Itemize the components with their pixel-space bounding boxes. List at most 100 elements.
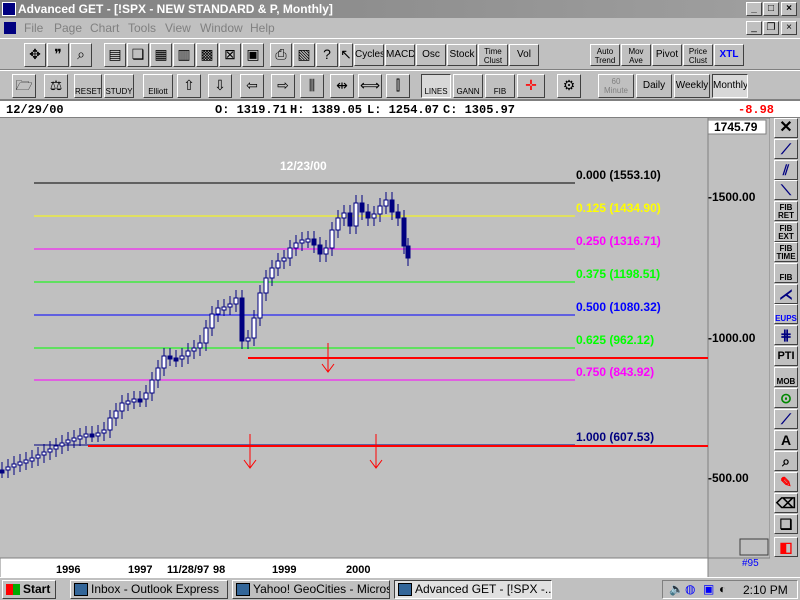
menu-view[interactable]: View: [165, 21, 191, 35]
menu-window[interactable]: Window: [200, 21, 243, 35]
mdi-restore-button[interactable]: ❐: [763, 21, 779, 35]
fib-ret-button[interactable]: FIB RET: [774, 201, 798, 221]
layout-icon[interactable]: ▥: [173, 43, 195, 67]
window-icon[interactable]: ▣: [242, 43, 264, 67]
menu-help[interactable]: Help: [250, 21, 275, 35]
chart-canvas[interactable]: 1745.79 -1500.00 -1000.00 -500.00 12/23/…: [0, 117, 771, 579]
expand-icon[interactable]: ⟺: [358, 74, 382, 98]
mdi-minimize-button[interactable]: _: [746, 21, 762, 35]
zoom-tool-icon[interactable]: ⌕: [774, 451, 798, 471]
period-weekly-button[interactable]: Weekly: [674, 74, 710, 98]
auto-trend-button[interactable]: Auto Trend: [590, 44, 620, 66]
crosshair-icon[interactable]: ✛: [517, 74, 545, 98]
preview-icon[interactable]: ▧: [293, 43, 315, 67]
date-tick-2000: 2000: [346, 564, 370, 576]
parallel-icon[interactable]: ⟍: [774, 180, 798, 200]
menu-chart[interactable]: Chart: [90, 21, 119, 35]
eups-button[interactable]: EUPS: [774, 304, 798, 324]
balance-icon[interactable]: ⚖: [44, 74, 68, 98]
fib-ext-button[interactable]: FIB EXT: [774, 222, 798, 242]
menu-tools[interactable]: Tools: [128, 21, 156, 35]
pencil-icon[interactable]: ✎: [774, 472, 798, 492]
pointer-icon[interactable]: ↖: [339, 43, 353, 67]
close-x-icon[interactable]: ✕: [774, 118, 798, 138]
close-button[interactable]: ×: [781, 2, 797, 16]
menu-page[interactable]: Page: [54, 21, 82, 35]
compress-icon[interactable]: ⇹: [330, 74, 354, 98]
pivot-button[interactable]: Pivot: [652, 44, 682, 66]
print-icon[interactable]: ⎙: [270, 43, 292, 67]
template-icon[interactable]: ▦: [150, 43, 172, 67]
cursor-tool-icon[interactable]: ✥: [24, 43, 46, 67]
bar-chart-icon[interactable]: ⫼: [300, 74, 324, 98]
help-pointer-icon[interactable]: ?: [316, 43, 338, 67]
osc-button[interactable]: Osc: [416, 44, 446, 66]
zoom-icon[interactable]: ⌕: [70, 43, 92, 67]
macd-button[interactable]: MACD: [385, 44, 415, 66]
network-icon[interactable]: ◍: [685, 581, 695, 597]
price-chart[interactable]: 1745.79 -1500.00 -1000.00 -500.00 12/23/…: [0, 117, 771, 579]
period-60-minute-button[interactable]: 60 Minute: [598, 74, 634, 98]
down-arrow-icon[interactable]: ⇩: [208, 74, 232, 98]
fan-icon[interactable]: ⋌: [774, 284, 798, 304]
grid-icon[interactable]: ▩: [196, 43, 218, 67]
elliott-button[interactable]: Elliott: [143, 74, 173, 98]
channel-icon[interactable]: ⫽: [774, 160, 798, 180]
fib-level-label: 0.125 (1434.90): [576, 201, 661, 215]
stock-button[interactable]: Stock: [447, 44, 477, 66]
up-arrow-icon[interactable]: ⇧: [177, 74, 201, 98]
scheduler-icon[interactable]: ◐: [719, 581, 726, 597]
trendline-icon[interactable]: ⟋: [774, 139, 798, 159]
pti-button[interactable]: PTI: [774, 346, 798, 366]
clock[interactable]: 2:10 PM: [743, 582, 788, 598]
right-arrow-icon[interactable]: ⇨: [271, 74, 295, 98]
minimize-button[interactable]: _: [746, 2, 762, 16]
copy-tool-icon[interactable]: ❏: [774, 514, 798, 534]
menu-file[interactable]: File: [24, 21, 43, 35]
app-icon[interactable]: [2, 2, 16, 16]
quote-icon[interactable]: ❞: [47, 43, 69, 67]
period-monthly-button[interactable]: Monthly: [712, 74, 748, 98]
task-label: Advanced GET - [!SPX -...: [415, 582, 552, 596]
red-tool-icon[interactable]: ◧: [774, 537, 798, 557]
period-daily-button[interactable]: Daily: [636, 74, 672, 98]
start-button[interactable]: Start: [2, 580, 56, 599]
fib-time-button[interactable]: FIB TIME: [774, 242, 798, 262]
mob-button[interactable]: MOB: [774, 367, 798, 387]
task-geocities[interactable]: Yahoo! GeoCities - Micros...: [232, 580, 390, 599]
open-folder-icon[interactable]: 🗁: [12, 74, 36, 98]
price-clust-button[interactable]: Price Clust: [683, 44, 713, 66]
eraser-icon[interactable]: ⌫: [774, 493, 798, 513]
corner-tool-button[interactable]: [739, 538, 769, 556]
line-icon[interactable]: ⟋: [774, 409, 798, 429]
mdi-close-button[interactable]: ×: [781, 21, 797, 35]
task-outlook[interactable]: Inbox - Outlook Express: [70, 580, 228, 599]
right-tool-strip: ✕ ⟋ ⫽ ⟍ FIB RET FIB EXT FIB TIME FIB ⋌ E…: [772, 118, 800, 578]
time-clust-button[interactable]: Time Clust: [478, 44, 508, 66]
settings-icon[interactable]: ⚙: [557, 74, 581, 98]
vol-button[interactable]: Vol: [509, 44, 539, 66]
study-button[interactable]: STUDY: [104, 74, 134, 98]
chart-type-icon[interactable]: ⫿: [386, 74, 410, 98]
text-a-button[interactable]: A: [774, 430, 798, 450]
fib-arc-button[interactable]: FIB: [774, 263, 798, 283]
lines-button[interactable]: LINES: [421, 74, 451, 98]
xtl-button[interactable]: XTL: [714, 44, 744, 66]
cycles-button[interactable]: Cycles: [354, 44, 384, 66]
fib-button[interactable]: FIB: [485, 74, 515, 98]
chain-icon[interactable]: ⊙: [774, 388, 798, 408]
mov-ave-button[interactable]: Mov Ave: [621, 44, 651, 66]
gann-button[interactable]: GANN: [453, 74, 483, 98]
monitor-icon[interactable]: ▣: [703, 581, 714, 597]
maximize-button[interactable]: □: [763, 2, 779, 16]
doc-icon[interactable]: [4, 22, 16, 34]
reset-button[interactable]: RESET: [74, 74, 102, 98]
new-page-icon[interactable]: ▤: [104, 43, 126, 67]
task-advanced-get[interactable]: Advanced GET - [!SPX -...: [394, 580, 552, 599]
left-arrow-icon[interactable]: ⇦: [240, 74, 264, 98]
grid-tool-icon[interactable]: ⋕: [774, 325, 798, 345]
tile-icon[interactable]: ⊠: [219, 43, 241, 67]
volume-icon[interactable]: 🔈: [669, 581, 684, 597]
copy-icon[interactable]: ❏: [127, 43, 149, 67]
candle-body: [71, 437, 77, 442]
